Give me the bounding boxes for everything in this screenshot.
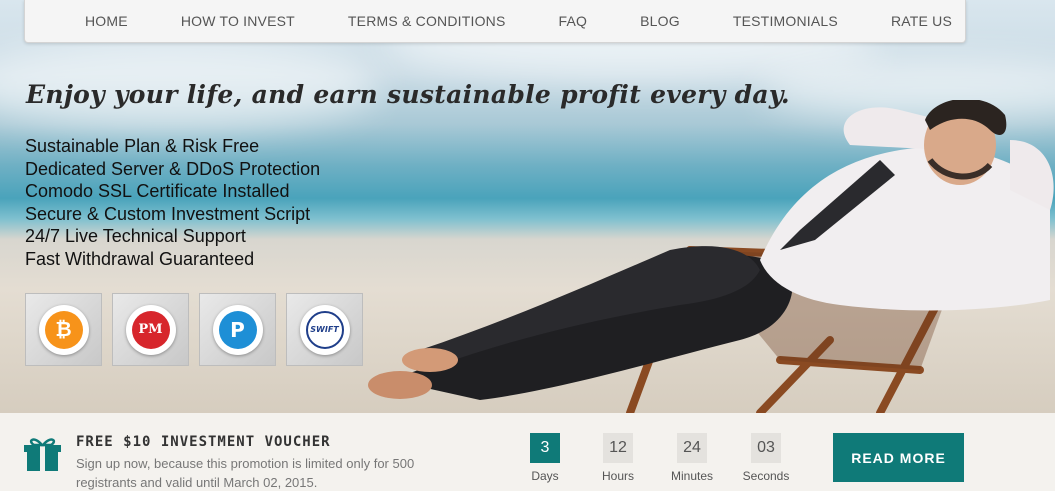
- countdown-hours-label: Hours: [601, 469, 634, 483]
- payment-tile-swift[interactable]: SWIFT: [286, 293, 363, 366]
- hero-tagline: Enjoy your life, and earn sustainable pr…: [26, 80, 790, 109]
- relaxing-man-illustration: [368, 100, 1054, 413]
- payment-tile-perfect-money[interactable]: PM: [112, 293, 189, 366]
- countdown-minutes-value: 24: [677, 433, 707, 463]
- gift-icon: [24, 438, 61, 471]
- feature-item: Dedicated Server & DDoS Protection: [25, 158, 321, 179]
- feature-item: Fast Withdrawal Guaranteed: [25, 248, 255, 269]
- countdown-days: 3 Days: [515, 433, 575, 483]
- nav-testimonials[interactable]: TESTIMONIALS: [733, 13, 838, 29]
- bitcoin-icon: ₿: [44, 310, 83, 349]
- countdown-days-value: 3: [530, 433, 560, 463]
- countdown-seconds-value: 03: [751, 433, 781, 463]
- countdown-days-label: Days: [531, 469, 559, 483]
- top-navigation: HOME HOW TO INVEST TERMS & CONDITIONS FA…: [24, 0, 966, 43]
- countdown-seconds-label: Seconds: [742, 469, 790, 483]
- feature-item: Sustainable Plan & Risk Free: [25, 136, 260, 156]
- feature-item: 24/7 Live Technical Support: [25, 226, 246, 246]
- nav-how-to-invest[interactable]: HOW TO INVEST: [181, 13, 295, 29]
- payment-tile-payeer[interactable]: P: [199, 293, 276, 366]
- nav-rate-us[interactable]: RATE US: [891, 13, 952, 29]
- nav-terms-conditions[interactable]: TERMS & CONDITIONS: [348, 13, 506, 29]
- swift-icon: SWIFT: [305, 310, 344, 349]
- nav-faq[interactable]: FAQ: [559, 13, 588, 29]
- voucher-title: FREE $10 INVESTMENT VOUCHER: [76, 434, 331, 450]
- voucher-description: Sign up now, because this promotion is l…: [76, 456, 415, 490]
- feature-list: Sustainable Plan & Risk Free Dedicated S…: [25, 135, 320, 270]
- nav-blog[interactable]: BLOG: [640, 13, 680, 29]
- payeer-icon: P: [218, 310, 257, 349]
- countdown-minutes-label: Minutes: [670, 469, 714, 483]
- countdown-minutes: 24 Minutes: [662, 433, 722, 483]
- payment-tile-bitcoin[interactable]: ₿: [25, 293, 102, 366]
- feature-item: Secure & Custom Investment Script: [25, 203, 311, 224]
- countdown-hours: 12 Hours: [588, 433, 648, 483]
- countdown-seconds: 03 Seconds: [736, 433, 796, 483]
- perfect-money-icon: PM: [131, 310, 170, 349]
- feature-item: Comodo SSL Certificate Installed: [25, 181, 290, 201]
- countdown-hours-value: 12: [603, 433, 633, 463]
- read-more-button[interactable]: READ MORE: [833, 433, 964, 482]
- nav-home[interactable]: HOME: [85, 13, 128, 29]
